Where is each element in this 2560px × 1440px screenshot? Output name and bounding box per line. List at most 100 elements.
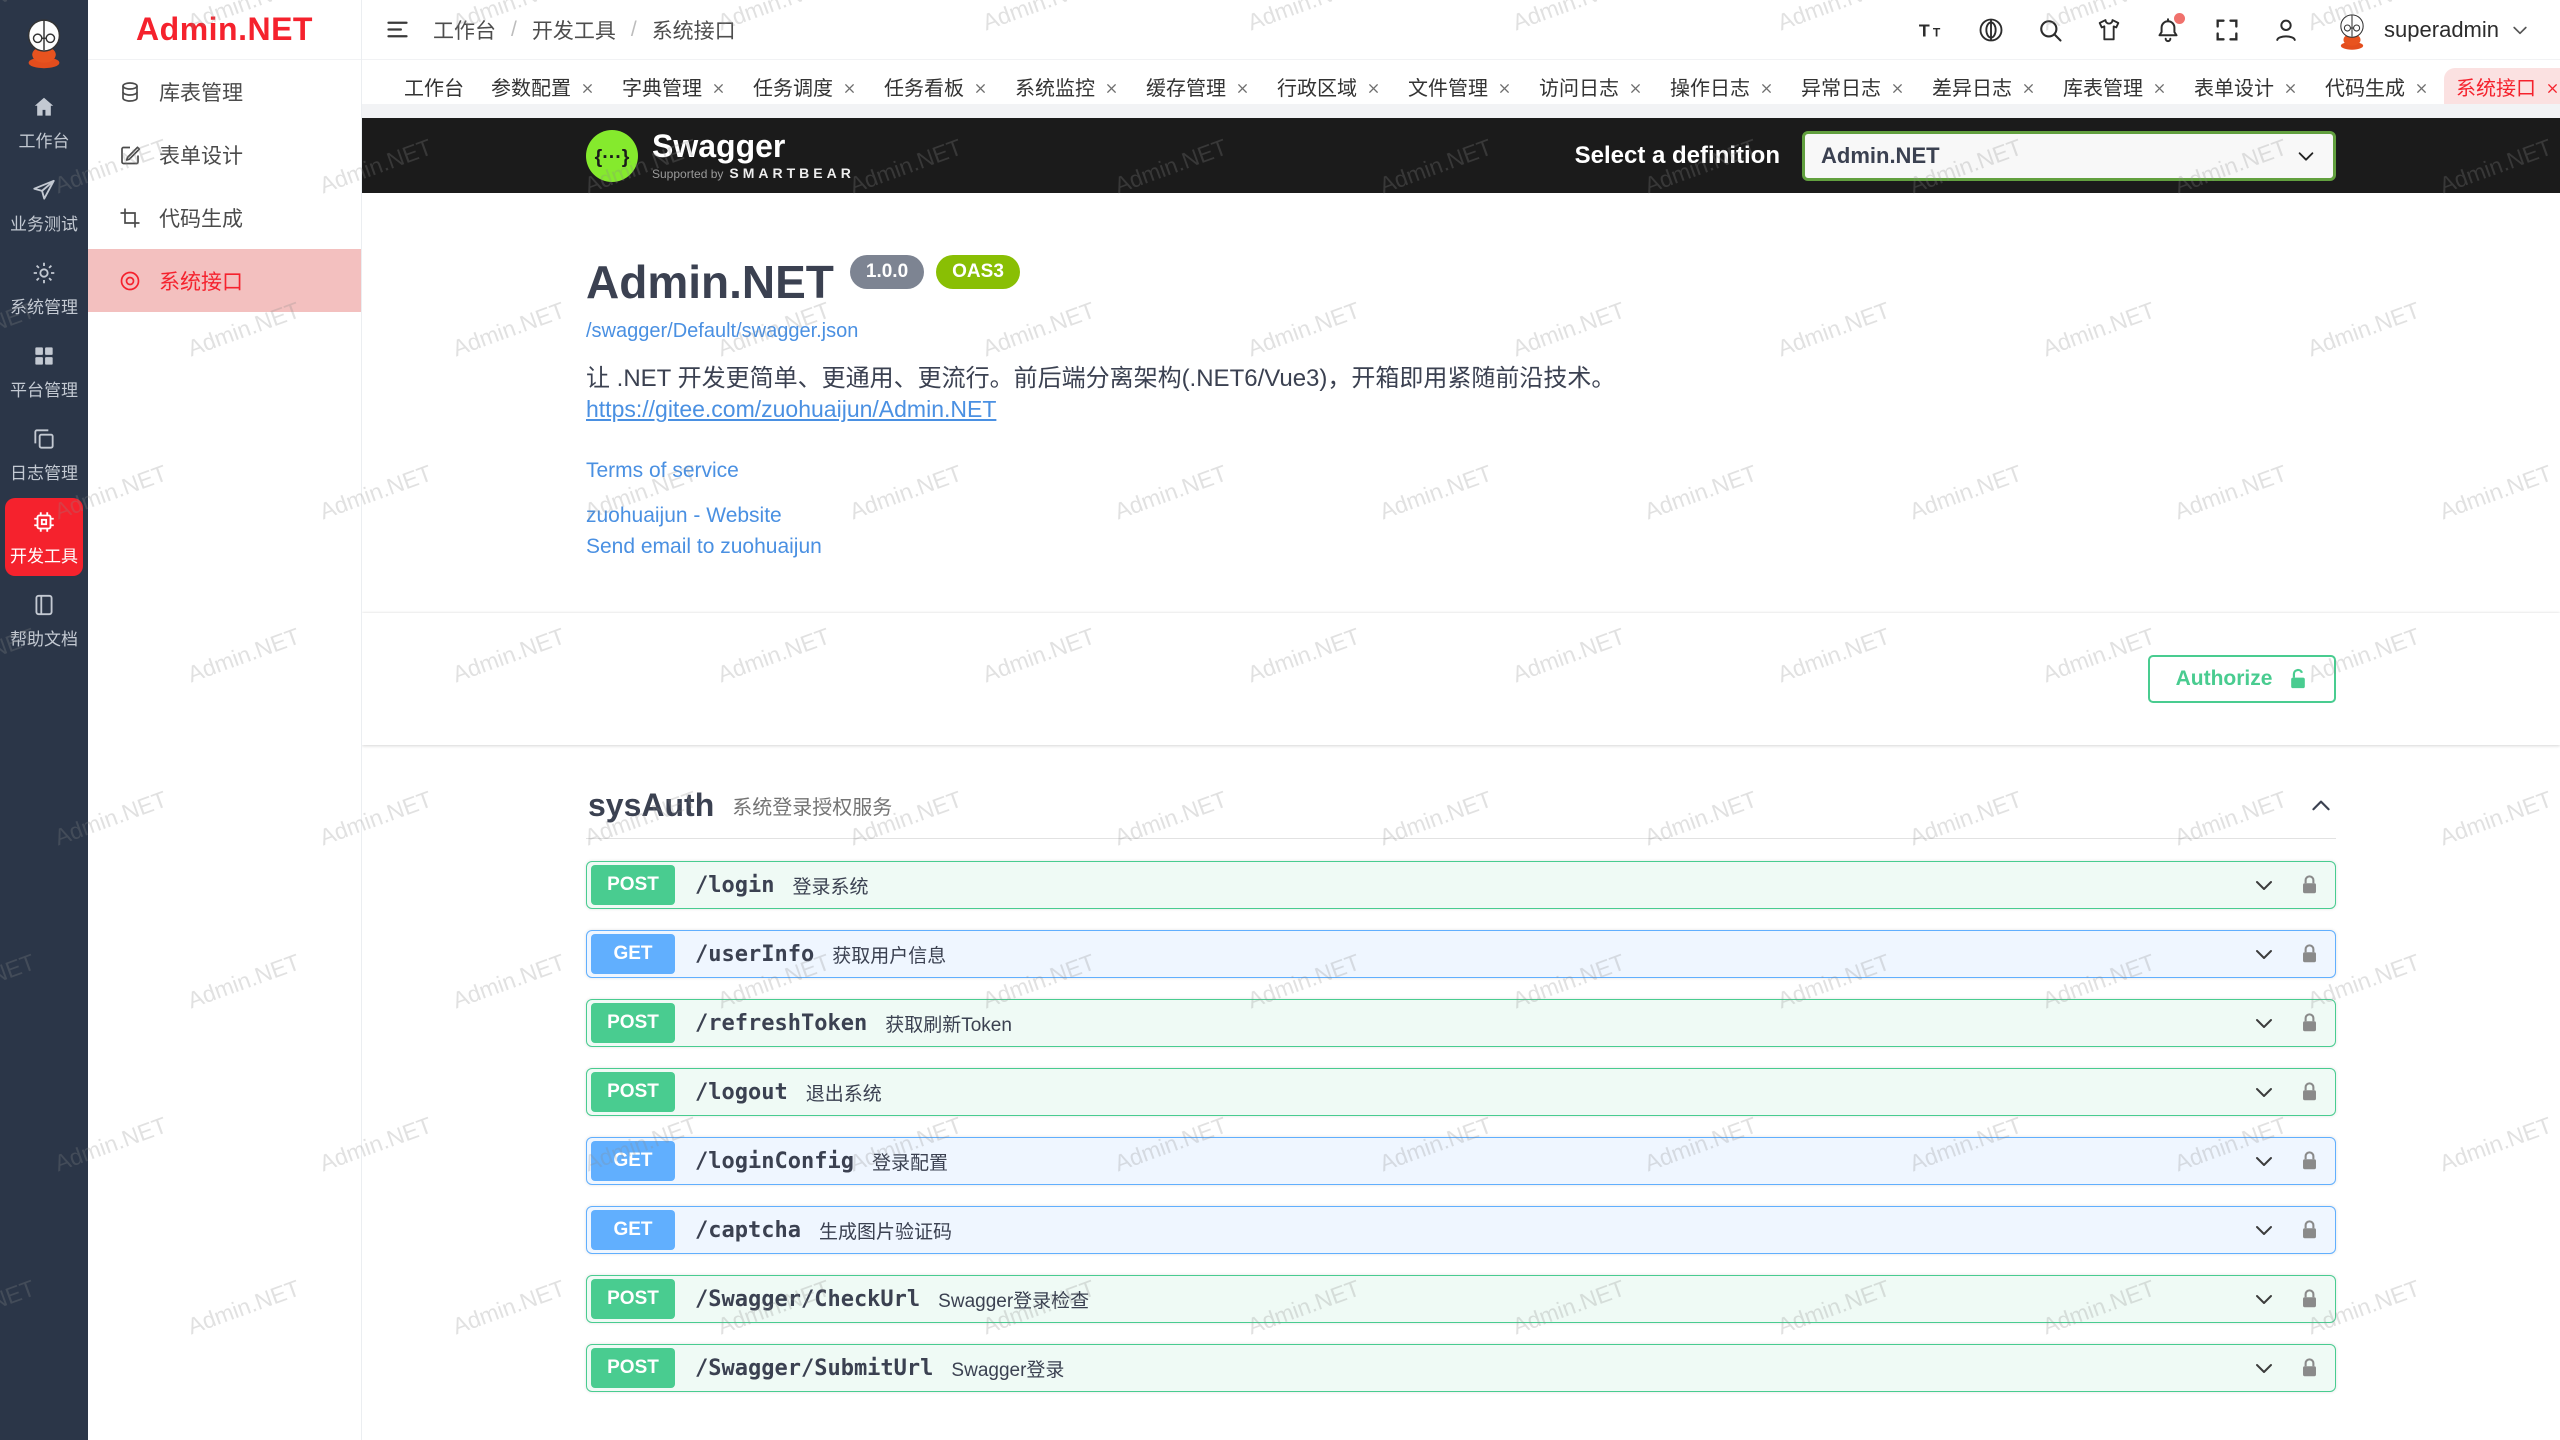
tab-10[interactable]: 操作日志 (1658, 68, 1786, 104)
font-size-icon[interactable]: TT (1918, 16, 1946, 44)
operation-path[interactable]: /userInfo (695, 942, 814, 967)
rail-item-1[interactable]: 业务测试 (5, 166, 83, 244)
opblock[interactable]: POST/login登录系统 (586, 861, 2336, 909)
operation-path[interactable]: /Swagger/SubmitUrl (695, 1356, 933, 1381)
tab-6[interactable]: 缓存管理 (1134, 68, 1262, 104)
chevron-down-icon[interactable] (2252, 873, 2276, 897)
language-icon[interactable] (1977, 16, 2005, 44)
tab-11[interactable]: 异常日志 (1789, 68, 1917, 104)
close-icon[interactable] (973, 79, 988, 94)
lock-icon[interactable] (2300, 1011, 2319, 1035)
close-icon[interactable] (1235, 79, 1250, 94)
lock-icon[interactable] (2300, 1149, 2319, 1173)
breadcrumb-item[interactable]: 系统接口 (652, 15, 736, 45)
user-icon[interactable] (2272, 16, 2300, 44)
sidebar-item-2[interactable]: 代码生成 (88, 186, 361, 249)
close-icon[interactable] (2152, 79, 2167, 94)
breadcrumb-item[interactable]: 开发工具 (532, 15, 616, 45)
lock-icon[interactable] (2300, 942, 2319, 966)
operation-path[interactable]: /Swagger/CheckUrl (695, 1287, 920, 1312)
close-icon[interactable] (2021, 79, 2036, 94)
opblock[interactable]: POST/logout退出系统 (586, 1068, 2336, 1116)
operation-path[interactable]: /logout (695, 1080, 788, 1105)
chevron-down-icon[interactable] (2252, 1149, 2276, 1173)
lock-icon[interactable] (2300, 1356, 2319, 1380)
close-icon[interactable] (1366, 79, 1381, 94)
opblock[interactable]: POST/Swagger/SubmitUrlSwagger登录 (586, 1344, 2336, 1392)
tab-12[interactable]: 差异日志 (1920, 68, 2048, 104)
tab-0[interactable]: 工作台 (392, 68, 476, 104)
lock-icon[interactable] (2300, 873, 2319, 897)
tab-3[interactable]: 任务调度 (741, 68, 869, 104)
sidebar-item-3[interactable]: 系统接口 (88, 249, 361, 312)
rail-item-4[interactable]: 日志管理 (5, 415, 83, 493)
rail-item-2[interactable]: 系统管理 (5, 249, 83, 327)
rail-item-0[interactable]: 工作台 (5, 83, 83, 161)
section-header[interactable]: sysAuth系统登录授权服务 (586, 781, 2336, 839)
close-icon[interactable] (2414, 79, 2429, 94)
lock-icon[interactable] (2300, 1218, 2319, 1242)
operation-path[interactable]: /loginConfig (695, 1149, 854, 1174)
tab-1[interactable]: 参数配置 (479, 68, 607, 104)
tab-9[interactable]: 访问日志 (1527, 68, 1655, 104)
definition-select[interactable]: Admin.NET (1802, 131, 2336, 181)
tab-8[interactable]: 文件管理 (1396, 68, 1524, 104)
lock-icon[interactable] (2300, 1080, 2319, 1104)
chevron-up-icon[interactable] (2308, 793, 2334, 819)
close-icon[interactable] (1104, 79, 1119, 94)
search-icon[interactable] (2036, 16, 2064, 44)
breadcrumb-item[interactable]: 工作台 (433, 15, 496, 45)
operation-path[interactable]: /login (695, 873, 774, 898)
opblock[interactable]: POST/Swagger/CheckUrlSwagger登录检查 (586, 1275, 2336, 1323)
tab-16[interactable]: 系统接口 (2444, 68, 2560, 104)
opblock[interactable]: POST/refreshToken获取刷新Token (586, 999, 2336, 1047)
tab-7[interactable]: 行政区域 (1265, 68, 1393, 104)
close-icon[interactable] (1628, 79, 1643, 94)
swagger-logo[interactable]: {···} Swagger Supported bySMARTBEAR (586, 130, 855, 182)
opblock[interactable]: GET/userInfo获取用户信息 (586, 930, 2336, 978)
chevron-down-icon[interactable] (2252, 1011, 2276, 1035)
close-icon[interactable] (2283, 79, 2298, 94)
user-menu[interactable]: superadmin (2331, 9, 2530, 51)
rail-item-5[interactable]: 开发工具 (5, 498, 83, 576)
chevron-down-icon[interactable] (2252, 1287, 2276, 1311)
repo-link[interactable]: https://gitee.com/zuohuaijun/Admin.NET (586, 396, 996, 423)
spec-url-link[interactable]: /swagger/Default/swagger.json (586, 320, 858, 343)
chevron-down-icon[interactable] (2252, 1080, 2276, 1104)
tab-14[interactable]: 表单设计 (2182, 68, 2310, 104)
close-icon[interactable] (2545, 79, 2560, 94)
close-icon[interactable] (1497, 79, 1512, 94)
app-logo-mascot[interactable] (15, 12, 73, 70)
menu-collapse-icon[interactable] (384, 16, 411, 43)
tab-4[interactable]: 任务看板 (872, 68, 1000, 104)
tab-2[interactable]: 字典管理 (610, 68, 738, 104)
chevron-down-icon[interactable] (2252, 942, 2276, 966)
email-link[interactable]: Send email to zuohuaijun (586, 535, 822, 559)
theme-icon[interactable] (2095, 16, 2123, 44)
bell-icon[interactable] (2154, 16, 2182, 44)
sidebar-logo[interactable]: Admin.NET (88, 0, 361, 60)
opblock[interactable]: GET/loginConfig登录配置 (586, 1137, 2336, 1185)
close-icon[interactable] (1759, 79, 1774, 94)
chevron-down-icon[interactable] (2252, 1356, 2276, 1380)
tab-5[interactable]: 系统监控 (1003, 68, 1131, 104)
fullscreen-icon[interactable] (2213, 16, 2241, 44)
close-icon[interactable] (580, 79, 595, 94)
website-link[interactable]: zuohuaijun - Website (586, 504, 782, 528)
sidebar-item-1[interactable]: 表单设计 (88, 123, 361, 186)
lock-icon[interactable] (2300, 1287, 2319, 1311)
rail-item-3[interactable]: 平台管理 (5, 332, 83, 410)
tab-13[interactable]: 库表管理 (2051, 68, 2179, 104)
close-icon[interactable] (1890, 79, 1905, 94)
rail-item-6[interactable]: 帮助文档 (5, 581, 83, 659)
close-icon[interactable] (842, 79, 857, 94)
close-icon[interactable] (711, 79, 726, 94)
terms-link[interactable]: Terms of service (586, 459, 739, 483)
authorize-button[interactable]: Authorize (2148, 655, 2336, 703)
tab-15[interactable]: 代码生成 (2313, 68, 2441, 104)
opblock[interactable]: GET/captcha生成图片验证码 (586, 1206, 2336, 1254)
operation-path[interactable]: /captcha (695, 1218, 801, 1243)
operation-path[interactable]: /refreshToken (695, 1011, 867, 1036)
sidebar-item-0[interactable]: 库表管理 (88, 60, 361, 123)
chevron-down-icon[interactable] (2252, 1218, 2276, 1242)
